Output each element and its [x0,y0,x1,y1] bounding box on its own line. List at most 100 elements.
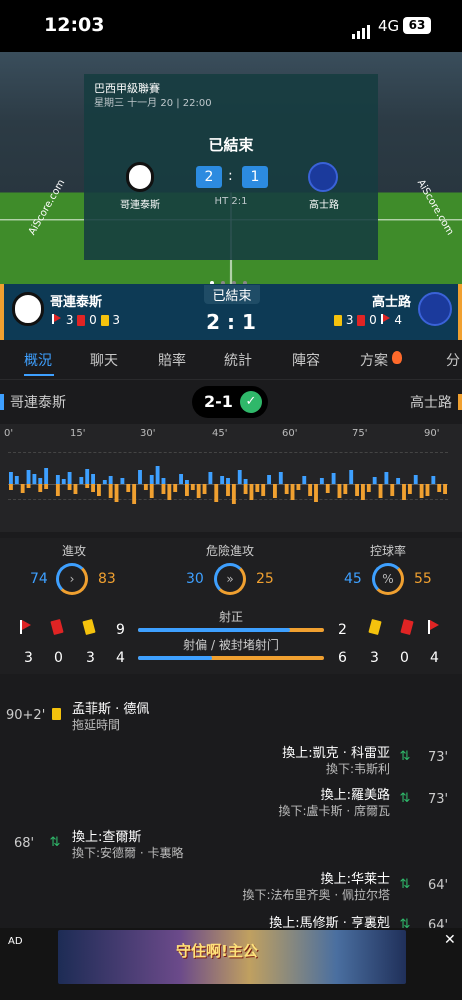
home-yellow-cards: 3 [86,650,95,666]
tick-label: 30' [140,428,156,439]
event-time: 73' [428,750,449,765]
away-corners: 4 [394,313,403,327]
event-time: 68' [14,836,35,851]
possession-label: 控球率 [369,544,406,558]
corner-flag-icon [52,314,62,324]
tab-more[interactable]: 分 [446,350,460,370]
home-team-name: 哥連泰斯 [50,295,103,310]
dangerous-ring: » [214,563,246,595]
shots-on-label: 射正 [218,610,243,624]
dangerous-home: 30 [186,571,204,587]
attack-home: 74 [30,571,48,587]
home-match-stats: 3 0 3 [52,313,120,327]
away-match-stats: 3 0 4 [334,313,402,327]
clock: 12:03 [44,14,105,36]
event-time: 73' [428,792,449,807]
event-sub-out: 換下:安德爾 · 卡裏略 [72,846,184,860]
red-card-icon [77,315,86,326]
event-time: 64' [428,878,449,893]
home-corners: 3 [65,313,74,327]
battery-icon: 63 [403,17,431,34]
away-yellow-cards: 3 [345,313,354,327]
home-corners: 3 [24,650,33,666]
corner-flag-icon [20,620,34,634]
yellow-card-icon [52,708,61,720]
tab-plans[interactable]: 方案 [360,350,388,370]
check-icon: ✓ [240,391,262,413]
home-team-logo [126,162,154,192]
substitution-icon: ⇅ [399,877,411,892]
yellow-card-icon [334,315,342,326]
away-team-logo [308,162,338,192]
home-red-cards: 0 [89,313,97,327]
match-status: 已結束 [208,136,254,154]
away-team-name: 高士路 [372,295,412,310]
active-tab-indicator [24,374,54,376]
attack-label: 進攻 [61,544,86,558]
carousel-dots[interactable] [210,270,254,284]
yellow-card-icon [368,618,382,636]
shots-off-label: 射偏 / 被封堵射门 [183,638,279,652]
close-icon[interactable]: ✕ [444,932,456,948]
tick-label: 15' [70,428,86,439]
match-score: 2 : 1 [206,310,256,334]
shots-on-bar [138,628,324,632]
attack-away: 83 [98,571,116,587]
tab-overview[interactable]: 概況 [24,350,52,370]
home-color-marker [0,394,4,410]
event-sub-in: 換上:查爾斯 [72,830,142,845]
event-sub-in: 換上:凱克 · 科雷亚 [282,746,390,761]
home-team-name: 哥連泰斯 [10,395,66,411]
away-red-cards: 0 [369,313,377,327]
shots-off-home: 4 [116,650,125,666]
shots-off-away: 6 [338,650,347,666]
tick-label: 75' [352,428,368,439]
substitution-icon: ⇅ [49,835,61,850]
tab-odds[interactable]: 賠率 [158,350,186,370]
away-color-marker [458,394,462,410]
substitution-icon: ⇅ [399,749,411,764]
result-row: 哥連泰斯 2-1 ✓ 高士路 [0,382,462,422]
away-red-cards: 0 [400,650,409,666]
home-yellow-cards: 3 [112,313,121,327]
away-team-name: 高士路 [410,395,452,411]
attack-ring: › [56,563,88,595]
away-team-logo-small [418,292,452,326]
yellow-card-icon [100,315,109,326]
away-team-name: 高士路 [309,200,339,211]
fire-icon [392,351,402,364]
momentum-chart: 0' 15' 30' 45' 60' 75' 90' [0,424,462,532]
dangerous-away: 25 [256,571,274,587]
yellow-card-icon [82,618,96,636]
away-corners: 4 [430,650,439,666]
home-red-cards: 0 [54,650,63,666]
event-sub-out: 換下:盧卡斯 · 席爾瓦 [278,804,391,818]
event-sub-in: 換上:华莱士 [320,872,390,887]
final-score: 2-1 [204,392,233,411]
ad-banner[interactable]: AD 守住啊!主公 ✕ [0,928,462,1000]
match-date: 星期三 十一月 20 | 22:00 [94,98,212,109]
status-bar: 12:03 4G 63 [0,0,462,52]
home-score: 2 [196,166,222,188]
away-yellow-cards: 3 [370,650,379,666]
ad-image[interactable]: 守住啊!主公 [58,930,406,984]
event-time: 90+2' [6,708,46,723]
event-player: 孟菲斯 · 德佩 [72,702,150,717]
tick-label: 0' [4,428,14,439]
red-card-icon [357,315,366,326]
corner-flag-icon [380,314,391,324]
ad-title: 守住啊!主公 [176,942,258,960]
tab-chat[interactable]: 聊天 [90,350,118,370]
match-hero-banner[interactable]: AiScore.com AiScore.com 巴西甲級聯賽 星期三 十一月 2… [0,52,462,284]
dangerous-attack-label: 危險進攻 [205,544,254,558]
momentum-bars [9,466,447,504]
away-score: 1 [242,166,268,188]
tab-lineup[interactable]: 陣容 [292,350,320,370]
ad-label: AD [8,936,23,947]
shots-on-home: 9 [116,622,125,638]
events-timeline: 90+2' 孟菲斯 · 德佩 拖延時間 換上:凱克 · 科雷亚 換下:韦斯利 ⇅… [0,688,462,933]
event-sub-out: 換下:韦斯利 [325,762,390,776]
tick-label: 45' [212,428,228,439]
tab-stats[interactable]: 統計 [224,350,252,370]
shots-off-bar [138,656,324,660]
